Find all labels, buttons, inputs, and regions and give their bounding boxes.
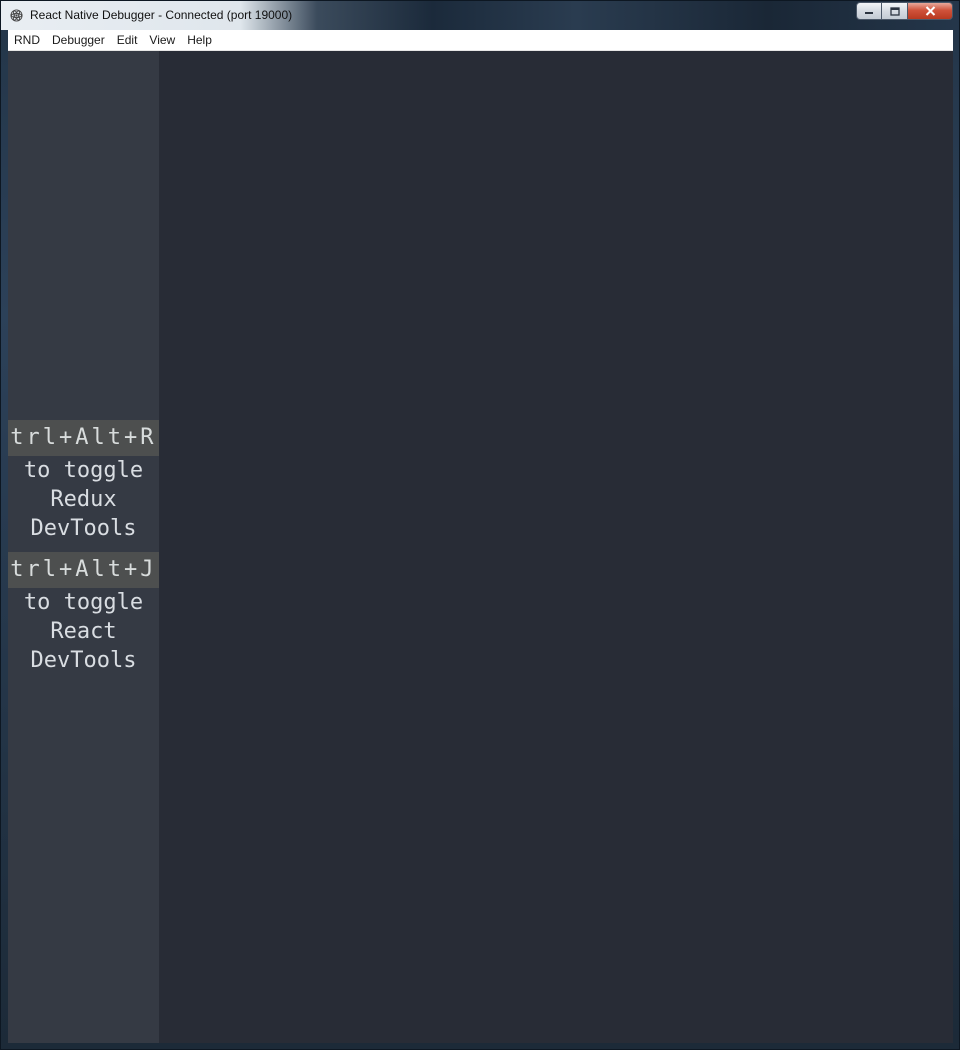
maximize-button[interactable]	[882, 2, 908, 20]
menu-help[interactable]: Help	[181, 31, 218, 50]
react-hint-line2: React	[50, 619, 117, 644]
maximize-icon	[889, 6, 900, 16]
title-bar[interactable]: React Native Debugger - Connected (port …	[1, 1, 959, 30]
react-shortcut-key: Ctrl+Alt+J	[8, 552, 159, 588]
react-atom-icon	[10, 9, 23, 22]
menu-bar: RND Debugger Edit View Help	[8, 30, 953, 51]
minimize-icon	[865, 12, 873, 14]
menu-edit[interactable]: Edit	[111, 31, 144, 50]
devtools-sidebar: Ctrl+Alt+R to toggle Redux DevTools Ctrl…	[8, 51, 159, 1043]
debugger-main-pane[interactable]	[159, 51, 953, 1043]
client-area: Ctrl+Alt+R to toggle Redux DevTools Ctrl…	[8, 51, 953, 1043]
minimize-button[interactable]	[856, 2, 882, 20]
window-title: React Native Debugger - Connected (port …	[30, 8, 293, 22]
redux-hint-line1: to toggle	[23, 458, 144, 483]
app-window: React Native Debugger - Connected (port …	[0, 0, 960, 1050]
react-devtools-hint: Ctrl+Alt+J to toggle React DevTools	[8, 552, 159, 675]
react-hint-line3: DevTools	[30, 648, 137, 673]
window-controls	[856, 2, 953, 21]
react-hint-line1: to toggle	[23, 590, 144, 615]
menu-rnd[interactable]: RND	[8, 31, 46, 50]
menu-view[interactable]: View	[143, 31, 181, 50]
redux-hint-line2: Redux	[50, 487, 117, 512]
redux-devtools-hint: Ctrl+Alt+R to toggle Redux DevTools	[8, 420, 159, 543]
redux-shortcut-key: Ctrl+Alt+R	[8, 420, 159, 456]
close-icon	[925, 6, 935, 16]
redux-hint-line3: DevTools	[30, 516, 137, 541]
close-button[interactable]	[908, 2, 953, 20]
menu-debugger[interactable]: Debugger	[46, 31, 111, 50]
